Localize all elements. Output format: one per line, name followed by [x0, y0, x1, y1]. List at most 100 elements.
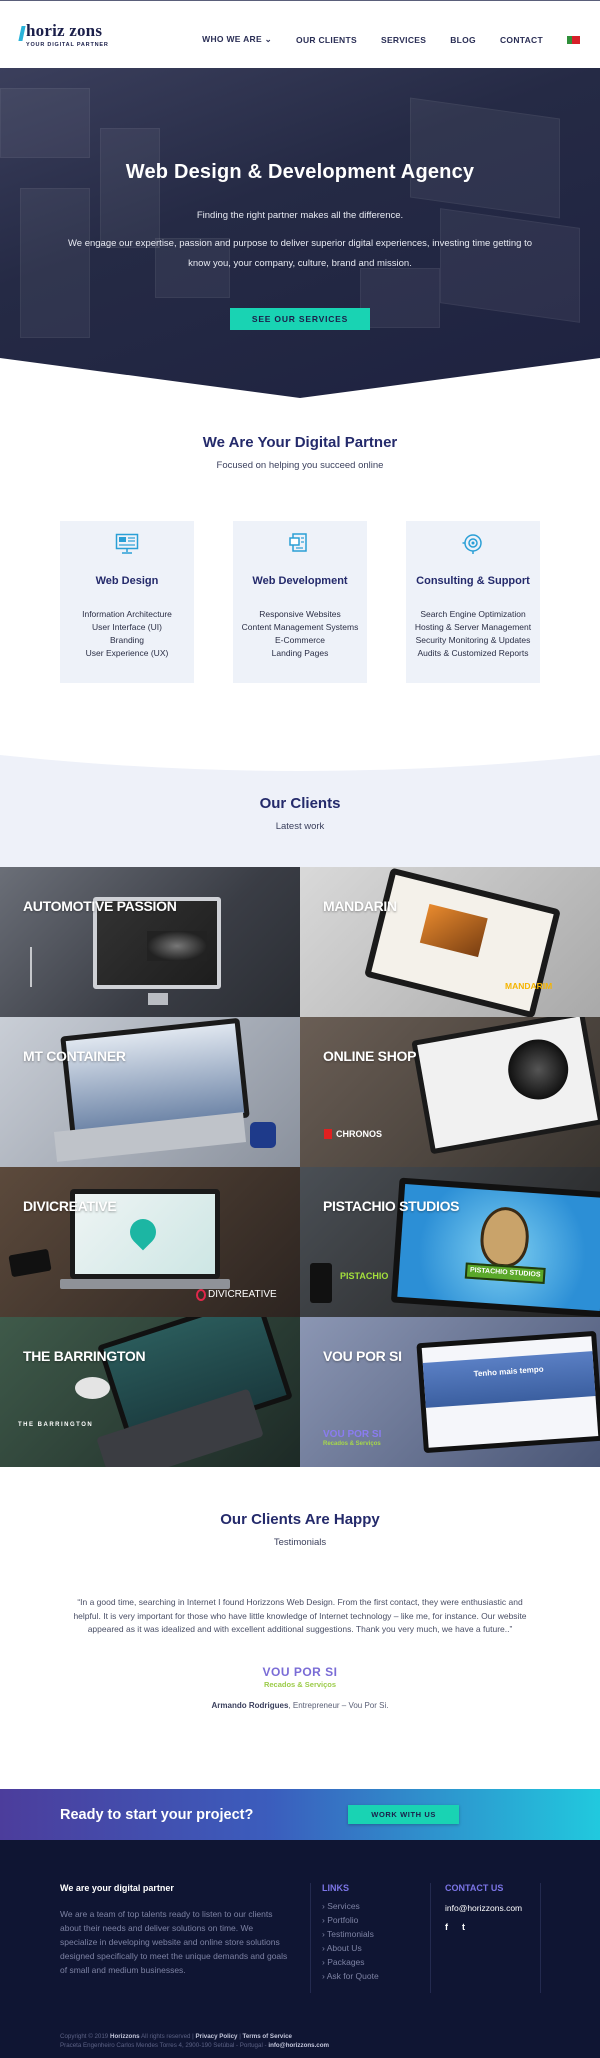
service-card-title: Web Development: [252, 575, 348, 587]
logo[interactable]: h oriz zons YOUR DIGITAL PARTNER: [18, 21, 109, 48]
testimonial-author: Armando Rodrigues, Entrepreneur – Vou Po…: [0, 1701, 600, 1710]
footer-divider: [430, 1883, 431, 1993]
laptop-image: Tenho mais tempo: [416, 1330, 600, 1454]
testimonials-subtitle: Testimonials: [273, 1537, 327, 1548]
list-item: User Interface (UI): [92, 622, 162, 632]
client-tile-pistachio-studios[interactable]: PISTACHIO STUDIOS PISTACHIO STUDIOS PIST…: [300, 1167, 600, 1317]
list-item: Responsive Websites: [259, 609, 341, 619]
clients-title: Our Clients: [259, 795, 341, 812]
footer-about-text: We are a team of top talents ready to li…: [60, 1909, 288, 1975]
twitter-icon[interactable]: t: [462, 1922, 465, 1932]
client-tile-label: DIVICREATIVE: [23, 1198, 117, 1214]
client-tile-the-barrington[interactable]: THE BARRINGTON THE BARRINGTON: [0, 1317, 300, 1467]
footer-link-portfolio[interactable]: › Portfolio: [322, 1913, 379, 1927]
client-brand-logo: VOU POR SI: [323, 1429, 382, 1440]
footer-address-email[interactable]: info@horizzons.com: [268, 2042, 329, 2049]
site-header: h oriz zons YOUR DIGITAL PARTNER WHO WE A…: [0, 0, 600, 68]
hero-subtitle: Finding the right partner makes all the …: [196, 210, 404, 221]
cta-text: Ready to start your project?: [60, 1806, 254, 1823]
client-tile-vou-por-si[interactable]: Tenho mais tempo VOU POR SI VOU POR SI R…: [300, 1317, 600, 1467]
hero-bottom-shape: [0, 358, 600, 398]
client-tile-automotive-passion[interactable]: AUTOMOTIVE PASSION: [0, 867, 300, 1017]
nav-our-clients[interactable]: OUR CLIENTS: [296, 35, 357, 45]
nav-who-we-are[interactable]: WHO WE ARE ⌄: [202, 34, 272, 45]
footer-link-about-us[interactable]: › About Us: [322, 1941, 379, 1955]
testimonial-company-logo: VOU POR SI: [262, 1664, 338, 1679]
list-item: Landing Pages: [271, 648, 329, 658]
author-role: , Entrepreneur – Vou Por Si.: [288, 1700, 389, 1710]
client-tile-label: ONLINE SHOP: [323, 1048, 417, 1064]
logo-wordmark: h oriz zons: [18, 21, 109, 41]
footer-about-title: We are your digital partner: [60, 1883, 174, 1893]
service-card-web-development: Web Development Responsive Websites Cont…: [233, 521, 367, 683]
code-window-icon: [289, 533, 307, 552]
author-name: Armando Rodrigues: [211, 1700, 289, 1710]
service-card-list: Information Architecture User Interface …: [60, 608, 194, 660]
client-brand-logo: MANDARIM: [505, 981, 553, 991]
list-item: Information Architecture: [82, 609, 172, 619]
laptop-image: [411, 1017, 600, 1155]
footer-link-ask-for-quote[interactable]: › Ask for Quote: [322, 1969, 379, 1983]
terms-of-service-link[interactable]: Terms of Service: [243, 2033, 292, 2040]
client-brand-tagline: Recados & Serviços: [323, 1441, 381, 1447]
nav-contact[interactable]: CONTACT: [500, 35, 543, 45]
site-footer: We are your digital partner We are a tea…: [0, 1840, 600, 2058]
footer-links: LINKS › Services › Portfolio › Testimoni…: [322, 1883, 379, 1983]
footer-social: f t: [445, 1922, 522, 1932]
client-brand-logo: PISTACHIO: [340, 1271, 389, 1281]
hero-description: We engage our expertise, passion and pur…: [67, 238, 532, 269]
footer-link-packages[interactable]: › Packages: [322, 1955, 379, 1969]
list-item: Audits & Customized Reports: [417, 648, 529, 658]
list-item: Branding: [109, 635, 145, 645]
logo-mark-icon: [18, 26, 26, 41]
service-card-web-design: Web Design Information Architecture User…: [60, 521, 194, 683]
client-tile-label: VOU POR SI: [323, 1348, 402, 1364]
footer-divider: [540, 1883, 541, 1993]
partner-subtitle: Focused on helping you succeed online: [216, 460, 384, 471]
footer-about: We are your digital partner We are a tea…: [60, 1883, 292, 1977]
service-card-list: Responsive Websites Content Management S…: [233, 608, 367, 660]
list-item: User Experience (UX): [85, 648, 169, 658]
footer-address: Praceta Engenheiro Carlos Mendes Torres …: [60, 2042, 267, 2049]
service-card-consulting: Consulting & Support Search Engine Optim…: [406, 521, 540, 683]
service-card-list: Search Engine Optimization Hosting & Ser…: [406, 608, 540, 660]
work-with-us-button[interactable]: WORK WITH US: [348, 1805, 459, 1824]
privacy-policy-link[interactable]: Privacy Policy: [196, 2033, 238, 2040]
mt-container-logo-icon: [250, 1122, 276, 1148]
client-brand-logo: THE BARRINGTON: [18, 1422, 94, 1428]
language-flag-icon[interactable]: [567, 35, 580, 44]
cup-image: [310, 1263, 332, 1303]
client-tile-divicreative[interactable]: DIVICREATIVE DIVICREATIVE: [0, 1167, 300, 1317]
footer-divider: [310, 1883, 311, 1993]
support-gear-icon: [462, 534, 482, 554]
facebook-icon[interactable]: f: [445, 1922, 448, 1932]
clients-grid: AUTOMOTIVE PASSION MANDARIN MANDARIM MT …: [0, 867, 600, 1467]
testimonial-quote: “In a good time, searching in Internet I…: [73, 1597, 527, 1634]
list-item: E-Commerce: [274, 635, 326, 645]
client-tile-label: AUTOMOTIVE PASSION: [23, 898, 177, 914]
client-tile-label: MT CONTAINER: [23, 1048, 126, 1064]
service-cards: Web Design Information Architecture User…: [0, 521, 600, 683]
hero: Web Design & Development Agency Finding …: [0, 68, 600, 398]
testimonials-title: Our Clients Are Happy: [220, 1511, 380, 1528]
footer-link-services[interactable]: › Services: [322, 1899, 379, 1913]
clients-section-header: Our Clients Latest work: [0, 747, 600, 867]
footer-email-link[interactable]: info@horizzons.com: [445, 1903, 522, 1913]
client-tile-mt-container[interactable]: MT CONTAINER: [0, 1017, 300, 1167]
footer-contact: CONTACT US info@horizzons.com f t: [445, 1883, 522, 1932]
footer-link-testimonials[interactable]: › Testimonials: [322, 1927, 379, 1941]
list-item: Hosting & Server Management: [414, 622, 532, 632]
logo-text: oriz zons: [35, 21, 103, 40]
hero-title: Web Design & Development Agency: [125, 161, 475, 183]
see-services-button[interactable]: SEE OUR SERVICES: [229, 308, 371, 330]
footer-contact-title: CONTACT US: [445, 1883, 504, 1893]
nav-blog[interactable]: BLOG: [450, 35, 476, 45]
nav-services[interactable]: SERVICES: [381, 35, 426, 45]
page: h oriz zons YOUR DIGITAL PARTNER WHO WE A…: [0, 0, 600, 2058]
logo-tagline: YOUR DIGITAL PARTNER: [26, 42, 109, 48]
client-tile-label: PISTACHIO STUDIOS: [323, 1198, 460, 1214]
list-item: Content Management Systems: [241, 622, 359, 632]
client-tile-mandarin[interactable]: MANDARIN MANDARIM: [300, 867, 600, 1017]
service-card-title: Consulting & Support: [416, 575, 530, 587]
client-tile-online-shop[interactable]: ONLINE SHOP CHRONOS: [300, 1017, 600, 1167]
